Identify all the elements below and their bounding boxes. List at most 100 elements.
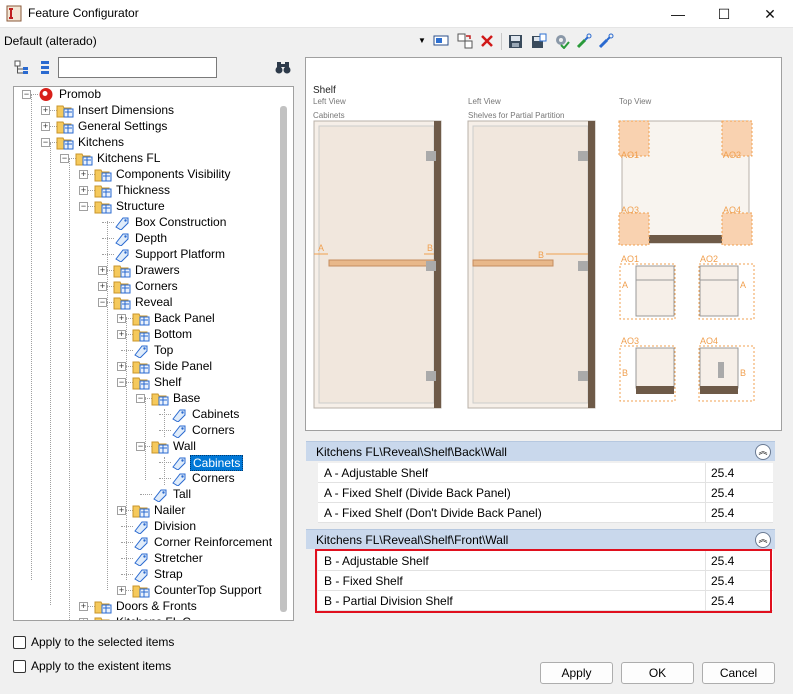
import-icon[interactable] [576, 33, 593, 49]
copy-arrow-icon[interactable] [456, 33, 473, 49]
tree-node-base-corners[interactable]: Corners [190, 423, 237, 437]
tree-node-strap[interactable]: Strap [152, 567, 185, 581]
tree-node-support-platform[interactable]: Support Platform [133, 247, 227, 261]
tree-node-countertop-support[interactable]: CounterTop Support [152, 583, 263, 597]
collapse-icon[interactable]: − [22, 90, 31, 99]
folder-icon [56, 135, 74, 150]
close-button[interactable]: ✕ [747, 0, 793, 28]
tree-node-base-cabinets[interactable]: Cabinets [190, 407, 241, 421]
collapse-icon[interactable]: − [60, 154, 69, 163]
collapse-icon[interactable]: − [79, 202, 88, 211]
tree-node-corner-reinforcement[interactable]: Corner Reinforcement [152, 535, 274, 549]
expand-icon[interactable]: + [117, 362, 126, 371]
settings-check-icon[interactable] [553, 33, 570, 49]
mark-b2: B [538, 250, 544, 260]
tree-node-promob[interactable]: Promob [57, 87, 103, 101]
expand-icon[interactable]: + [98, 282, 107, 291]
tree-node-wall-cabinets[interactable]: Cabinets [190, 455, 244, 471]
tree-node-shelf[interactable]: Shelf [152, 375, 183, 389]
expand-icon[interactable]: + [117, 330, 126, 339]
collapse-icon[interactable]: − [136, 394, 145, 403]
corner-details: AO1 A AO2 A AO3 B AO4 B [619, 254, 755, 402]
tree-node-structure[interactable]: Structure [114, 199, 167, 213]
save-icon[interactable] [507, 33, 524, 49]
tree-node-corners[interactable]: Corners [133, 279, 180, 293]
folder-icon [113, 263, 131, 278]
tree-node-general-settings[interactable]: General Settings [76, 119, 169, 133]
tree-node-bottom[interactable]: Bottom [152, 327, 194, 341]
tag-icon [132, 535, 150, 551]
property-row[interactable]: A - Adjustable Shelf 25.4 [318, 463, 773, 483]
tree-node-wall[interactable]: Wall [171, 439, 198, 453]
collapse-icon[interactable]: − [136, 442, 145, 451]
collapse-tree-icon[interactable] [36, 60, 54, 76]
property-row[interactable]: A - Fixed Shelf (Don't Divide Back Panel… [318, 503, 773, 523]
chevron-down-icon[interactable]: ▼ [418, 36, 426, 45]
tree-node-wall-corners[interactable]: Corners [190, 471, 237, 485]
property-value[interactable]: 25.4 [711, 486, 734, 500]
expand-icon[interactable]: + [41, 106, 50, 115]
tag-icon [170, 471, 188, 487]
tree-node-stretcher[interactable]: Stretcher [152, 551, 205, 565]
tree-node-reveal[interactable]: Reveal [133, 295, 174, 309]
expand-icon[interactable]: + [79, 170, 88, 179]
tree-node-tall[interactable]: Tall [171, 487, 193, 501]
apply-existent-checkbox[interactable] [13, 660, 26, 673]
expand-icon[interactable]: + [117, 586, 126, 595]
group-header-front-wall[interactable]: Kitchens FL\Reveal\Shelf\Front\Wall ︽ [306, 529, 775, 549]
tree-node-box-construction[interactable]: Box Construction [133, 215, 228, 229]
property-value[interactable]: 25.4 [711, 506, 734, 520]
screen-select-icon[interactable] [432, 33, 449, 49]
export-icon[interactable] [598, 33, 615, 49]
expand-icon[interactable]: + [98, 266, 107, 275]
delete-x-icon[interactable] [478, 33, 495, 49]
tree-node-kitchens[interactable]: Kitchens [76, 135, 126, 149]
apply-button[interactable]: Apply [540, 662, 613, 684]
tree-node-top[interactable]: Top [152, 343, 175, 357]
window-title: Feature Configurator [28, 6, 139, 20]
folder-icon [151, 391, 169, 406]
expand-icon[interactable]: + [117, 314, 126, 323]
tree-node-drawers[interactable]: Drawers [133, 263, 182, 277]
tree-node-thickness[interactable]: Thickness [114, 183, 172, 197]
group-header-back-wall[interactable]: Kitchens FL\Reveal\Shelf\Back\Wall ︽ [306, 441, 775, 461]
cancel-button[interactable]: Cancel [702, 662, 775, 684]
save-as-icon[interactable] [530, 33, 547, 49]
property-row[interactable]: A - Fixed Shelf (Divide Back Panel) 25.4 [318, 483, 773, 503]
tree-node-back-panel[interactable]: Back Panel [152, 311, 217, 325]
maximize-button[interactable]: ☐ [701, 0, 747, 28]
apply-selected-checkbox[interactable] [13, 636, 26, 649]
collapse-chevron-icon[interactable]: ︽ [755, 444, 771, 460]
tree-node-base[interactable]: Base [171, 391, 202, 405]
collapse-icon[interactable]: − [41, 138, 50, 147]
tree-node-depth[interactable]: Depth [133, 231, 169, 245]
tree-node-side-panel[interactable]: Side Panel [152, 359, 214, 373]
expand-icon[interactable]: + [79, 618, 88, 620]
tree-node-components-visibility[interactable]: Components Visibility [114, 167, 233, 181]
binoculars-icon[interactable] [275, 59, 291, 75]
tree-search-input[interactable] [58, 57, 217, 78]
tree-node-nailer[interactable]: Nailer [152, 503, 187, 517]
folder-icon [113, 279, 131, 294]
tag-icon [170, 423, 188, 439]
collapse-chevron-icon[interactable]: ︽ [755, 532, 771, 548]
detail-ao2-label: AO2 [700, 254, 718, 264]
expand-icon[interactable]: + [117, 506, 126, 515]
tree-node-kitchens-fl[interactable]: Kitchens FL [95, 151, 162, 165]
collapse-icon[interactable]: − [98, 298, 107, 307]
ok-button[interactable]: OK [621, 662, 694, 684]
tree-node-insert-dimensions[interactable]: Insert Dimensions [76, 103, 176, 117]
tree-node-division[interactable]: Division [152, 519, 198, 533]
property-value[interactable]: 25.4 [711, 466, 734, 480]
minimize-button[interactable]: — [655, 0, 701, 28]
tree-node-doors-fronts[interactable]: Doors & Fronts [114, 599, 199, 613]
tree-scrollbar-thumb[interactable] [280, 106, 287, 612]
expand-icon[interactable]: + [79, 186, 88, 195]
tree-node-kitchens-fl-c[interactable]: Kitchens FL C... [114, 615, 203, 620]
detail-ao3-label: AO3 [621, 336, 639, 346]
collapse-icon[interactable]: − [117, 378, 126, 387]
expand-icon[interactable]: + [41, 122, 50, 131]
expand-icon[interactable]: + [79, 602, 88, 611]
expand-tree-icon[interactable] [13, 60, 31, 76]
detail-a2-label: A [740, 280, 746, 290]
